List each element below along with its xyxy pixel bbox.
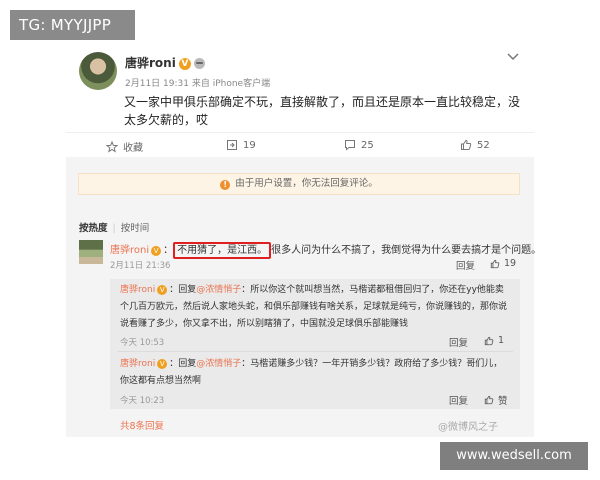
- comment-icon: [345, 140, 355, 151]
- reply-author[interactable]: 唐骅roni: [120, 359, 155, 369]
- reply-restricted-notice: ! 由于用户设置，你无法回复评论。: [78, 173, 520, 195]
- reply-text: 唐骅roni V ：回复@浓情悄子：所以你这个就叫想当然，马楷诺都租借回归了，你还在…: [120, 282, 510, 333]
- like-count: 52: [477, 139, 490, 151]
- reply-like-count: 1: [498, 335, 505, 346]
- post-author[interactable]: 唐骅roni V: [125, 54, 205, 71]
- reply-divider: [117, 351, 513, 352]
- comment-author[interactable]: 唐骅roni: [110, 245, 149, 256]
- repost-count: 19: [243, 139, 256, 151]
- verified-icon: V: [178, 57, 191, 70]
- comment-button[interactable]: 25: [344, 139, 374, 151]
- comment-body: 很多人问为什么不搞了，我倒觉得为什么要去搞才是个问题。: [271, 245, 542, 256]
- reply-time: 今天 10:53: [120, 338, 165, 348]
- collect-button[interactable]: 收藏: [106, 139, 143, 154]
- like-button[interactable]: 52: [460, 139, 490, 151]
- comment-sort: 按热度 | 按时间: [79, 220, 149, 234]
- star-icon: [106, 140, 118, 153]
- highlighted-text: 不用猜了，是江西。: [173, 242, 272, 259]
- notice-text: 由于用户设置，你无法回复评论。: [235, 178, 378, 189]
- sort-by-time[interactable]: 按时间: [121, 223, 150, 234]
- reply-text: 唐骅roni V ：回复@浓情悄子：马楷诺赚多少钱？一年开销多少钱？政府给了多少钱？…: [120, 356, 510, 390]
- avatar[interactable]: [79, 52, 117, 90]
- repost-icon: [227, 140, 237, 150]
- thumbs-up-icon: [461, 139, 472, 150]
- post-author-name[interactable]: 唐骅roni: [125, 56, 176, 70]
- thumbs-up-icon: [484, 336, 494, 345]
- comment-avatar[interactable]: [79, 240, 103, 264]
- verified-icon: V: [157, 285, 168, 295]
- thumbs-up-icon: [490, 259, 500, 268]
- comment-time: 2月11日 21:36: [110, 261, 171, 271]
- comment-like-button[interactable]: 19: [490, 258, 516, 269]
- verified-icon: V: [151, 246, 162, 256]
- watermark-top: TG: MYYJJPP: [10, 10, 135, 40]
- comment-like-count: 19: [504, 258, 517, 269]
- post-meta: 2月11日 19:31 来自 iPhone客户端: [125, 79, 271, 89]
- comment-colon: ：: [163, 245, 174, 256]
- post-text: 又一家中甲俱乐部确定不玩，直接解散了，而且还是原本一直比较稳定，没太多欠薪的，哎: [124, 95, 521, 127]
- repost-button[interactable]: 19: [226, 139, 256, 151]
- reply-reply-button[interactable]: 回复: [449, 393, 468, 407]
- reply-time: 今天 10:23: [120, 396, 165, 406]
- reply-mention[interactable]: @浓情悄子: [196, 285, 241, 295]
- more-replies-link[interactable]: 共8条回复: [120, 418, 164, 432]
- collect-label: 收藏: [123, 143, 143, 154]
- reply-like-button[interactable]: 1: [484, 335, 504, 346]
- reply-like-button[interactable]: 赞: [484, 393, 508, 407]
- comment-count: 25: [361, 139, 374, 151]
- divider: [66, 132, 534, 133]
- sort-divider: |: [112, 223, 116, 234]
- comment-text: 唐骅roni V：不用猜了，是江西。 很多人问为什么不搞了，我倒觉得为什么要去搞才是…: [110, 241, 542, 259]
- verified-icon: V: [157, 359, 168, 369]
- sort-by-hot[interactable]: 按热度: [79, 223, 108, 234]
- comment-reply-button[interactable]: 回复: [456, 258, 475, 272]
- thumbs-up-icon: [484, 395, 494, 405]
- reply-prefix: ：回复: [169, 285, 197, 295]
- watermark-bottom: www.wedsell.com: [440, 442, 588, 470]
- reply-reply-button[interactable]: 回复: [449, 335, 468, 349]
- warning-icon: !: [220, 180, 231, 190]
- reply-like-label: 赞: [498, 396, 508, 407]
- reply-mention[interactable]: @浓情悄子: [196, 359, 241, 369]
- reply-prefix: ：回复: [169, 359, 197, 369]
- member-icon: [193, 58, 205, 69]
- chevron-down-icon[interactable]: [507, 50, 519, 64]
- reply-author[interactable]: 唐骅roni: [120, 285, 155, 295]
- weibo-watermark: @微博风之子: [438, 422, 498, 433]
